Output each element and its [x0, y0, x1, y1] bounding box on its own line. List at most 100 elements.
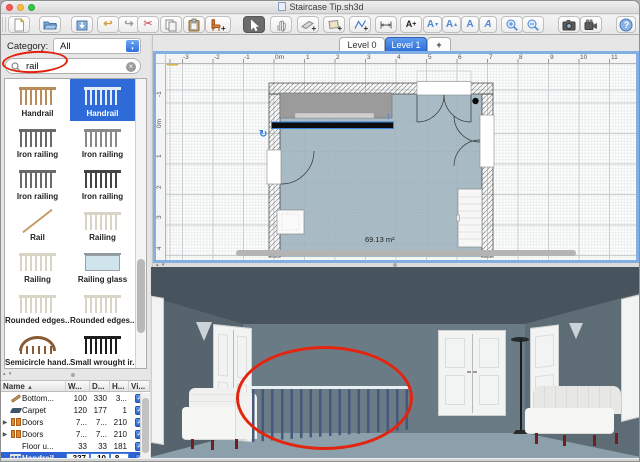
tab-level-0[interactable]: Level 0 — [339, 37, 385, 51]
armchair-plan[interactable] — [277, 210, 304, 234]
create-video-button[interactable] — [580, 16, 602, 33]
catalog-item[interactable]: Iron railing — [70, 121, 135, 163]
catalog-scrollbar[interactable] — [135, 79, 146, 368]
catalog-item[interactable]: Iron railing — [5, 162, 70, 204]
left-door-plan[interactable] — [267, 150, 281, 184]
splitter-arrows-icon[interactable]: ▴ ▾ — [3, 371, 12, 377]
shelf-plan[interactable] — [457, 189, 483, 247]
double-door-plan[interactable] — [417, 82, 471, 96]
ruler-label: 6 — [458, 54, 462, 61]
copy-button[interactable] — [160, 16, 182, 33]
row-name: Doors — [22, 430, 66, 439]
column-header-depth[interactable]: D... — [90, 381, 110, 391]
search-input[interactable] — [24, 60, 119, 72]
ruler-label: 4 — [397, 54, 401, 61]
catalog-item[interactable]: Iron railing — [70, 162, 135, 204]
italic-button[interactable]: A — [479, 16, 497, 33]
create-polylines-icon: + — [353, 18, 368, 32]
add-text-button[interactable]: A+ — [400, 16, 422, 33]
catalog-item-label: Iron railing — [5, 192, 70, 201]
catalog-item[interactable]: Small wrought ir... — [70, 328, 135, 369]
rotate-handle-icon[interactable]: ↻ — [259, 129, 267, 140]
column-header-height[interactable]: H... — [110, 381, 129, 391]
catalog-table-splitter[interactable]: ▴ ▾ — [1, 371, 150, 380]
iron-railing-thumbnail-icon — [84, 168, 121, 190]
cut-button[interactable]: ✂ — [137, 16, 159, 33]
zoom-out-button[interactable] — [522, 16, 544, 33]
select-tool-button[interactable] — [243, 16, 265, 33]
column-header-width[interactable]: W... — [66, 381, 90, 391]
plan-horizontal-scrollbar[interactable] — [236, 250, 576, 256]
catalog-item-selected[interactable]: Handrail — [70, 79, 135, 121]
right-door-plan[interactable] — [480, 115, 494, 167]
catalog-item[interactable]: Semicircle hand... — [5, 328, 70, 369]
catalog-scrollbar-thumb[interactable] — [137, 259, 145, 333]
catalog-item[interactable]: Railing — [5, 245, 70, 287]
column-header-name[interactable]: Name ▲ — [1, 381, 66, 391]
add-level-tab-button[interactable]: + — [427, 37, 451, 51]
catalog-item[interactable]: Rounded edges... — [70, 287, 135, 329]
ruler-label: 10 — [580, 54, 587, 61]
row-width: 33 — [66, 442, 90, 451]
category-select[interactable]: All ▴▾ — [53, 38, 141, 54]
table-scrollbar-thumb[interactable] — [142, 398, 149, 453]
expand-arrow-icon[interactable]: ▶ — [1, 431, 9, 438]
create-rooms-icon: + — [327, 18, 342, 32]
search-field[interactable]: × — [5, 58, 141, 74]
bold-button[interactable]: A — [461, 16, 479, 33]
resize-handle-icon[interactable]: ↕ — [386, 111, 391, 121]
table-row[interactable]: Carpet 120 177 1 ✓ — [1, 404, 150, 416]
catalog-item[interactable]: Iron railing — [5, 121, 70, 163]
column-header-visible[interactable]: Vi... — [129, 381, 150, 391]
view-3d[interactable] — [151, 267, 640, 458]
help-button[interactable]: ? — [616, 16, 636, 33]
catalog-item-label: Handrail — [5, 109, 70, 118]
table-row[interactable]: ▶ Doors 7... 7... 210 ✓ — [1, 416, 150, 428]
create-dimensions-button[interactable] — [375, 16, 397, 33]
svg-text:+: + — [311, 24, 316, 32]
new-button[interactable] — [8, 16, 30, 33]
ruler-label: 5 — [428, 54, 432, 61]
table-row[interactable]: ▶ Doors 7... 7... 210 ✓ — [1, 428, 150, 440]
iron-railing-thumbnail-icon — [19, 168, 56, 190]
catalog-item[interactable]: Handrail — [5, 79, 70, 121]
floor-lamp-plan[interactable] — [472, 98, 478, 104]
add-furniture-button[interactable]: + — [205, 16, 231, 33]
table-row[interactable]: Floor u... 33 33 181 ✓ — [1, 440, 150, 452]
catalog-item[interactable]: Rail — [5, 204, 70, 246]
table-row[interactable]: Bottom... 100 330 3... ✓ — [1, 392, 150, 404]
decrease-text-size-button[interactable]: A▾ — [423, 16, 442, 33]
tab-level-1[interactable]: Level 1 — [385, 37, 427, 51]
cut-icon: ✂ — [143, 19, 152, 30]
category-stepper-icon[interactable]: ▴▾ — [126, 40, 139, 52]
undo-button[interactable]: ↩ — [97, 16, 119, 33]
create-polylines-button[interactable]: + — [349, 16, 371, 33]
up-arrow-glyph: ▴ — [454, 21, 457, 28]
create-walls-button[interactable]: + — [297, 16, 319, 33]
create-rooms-button[interactable]: + — [323, 16, 345, 33]
add-furniture-chair-icon: + — [209, 18, 227, 32]
plan-view[interactable]: -3 -2 -1 0m 1 2 3 4 5 6 7 8 9 10 11 -1 0… — [153, 51, 639, 263]
ruler-corner — [156, 54, 166, 64]
copy-icon — [164, 18, 178, 32]
open-button[interactable] — [39, 16, 61, 33]
save-button[interactable] — [71, 16, 93, 33]
catalog-item[interactable]: Railing glass — [70, 245, 135, 287]
plan-canvas[interactable]: ↻ ↕ 69.13 m² — [166, 64, 636, 260]
pan-tool-button[interactable] — [270, 16, 292, 33]
increase-text-size-button[interactable]: A▴ — [442, 16, 461, 33]
create-photo-button[interactable] — [558, 16, 580, 33]
svg-text:+: + — [363, 24, 368, 32]
paste-button[interactable] — [183, 16, 205, 33]
table-scrollbar[interactable] — [140, 393, 150, 462]
clear-search-icon[interactable]: × — [126, 62, 136, 72]
svg-text:+: + — [337, 24, 342, 32]
title-bar: Staircase Tip.sh3d — [1, 1, 640, 14]
zoom-in-button[interactable] — [501, 16, 523, 33]
catalog-item[interactable]: Rounded edges... — [5, 287, 70, 329]
catalog-item[interactable]: Railing — [70, 204, 135, 246]
ruler-label: 4 — [156, 246, 163, 250]
catalog-item-label: Railing glass — [70, 275, 135, 284]
splitter-handle[interactable] — [71, 373, 75, 377]
expand-arrow-icon[interactable]: ▶ — [1, 419, 9, 426]
